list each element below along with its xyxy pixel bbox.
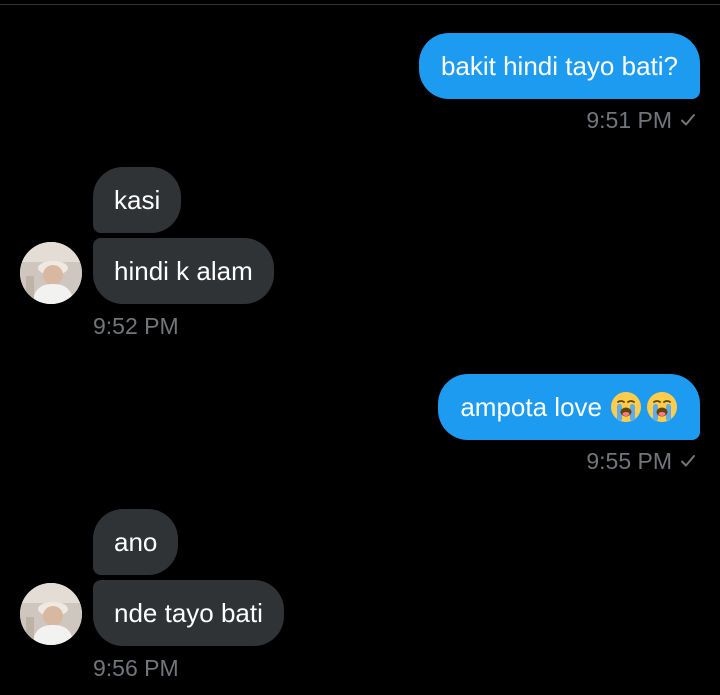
message-text: ampota love (460, 392, 602, 422)
message-text: kasi (114, 185, 161, 215)
loudly-crying-face-icon (611, 392, 641, 422)
avatar-image (20, 242, 82, 304)
timestamp-text: 9:56 PM (93, 655, 179, 681)
received-message-bubble[interactable]: hindi k alam (93, 238, 274, 304)
avatar-image (20, 583, 82, 645)
loudly-crying-face-icon (647, 392, 677, 422)
top-divider (0, 4, 720, 5)
message-timestamp: 9:52 PM (93, 313, 179, 339)
timestamp-text: 9:55 PM (586, 448, 672, 474)
message-timestamp: 9:55 PM (586, 448, 696, 474)
avatar[interactable] (20, 583, 82, 645)
received-message-bubble[interactable]: kasi (93, 167, 182, 233)
received-message-bubble[interactable]: nde tayo bati (93, 580, 284, 646)
message-timestamp: 9:51 PM (586, 107, 696, 133)
timestamp-text: 9:51 PM (586, 107, 672, 133)
message-text: hindi k alam (114, 256, 253, 286)
message-text: ano (114, 527, 158, 557)
message-text: bakit hindi tayo bati? (440, 51, 678, 81)
message-text: nde tayo bati (114, 598, 263, 628)
sent-message-bubble[interactable]: ampota love (438, 374, 700, 440)
check-icon (681, 114, 695, 126)
timestamp-text: 9:52 PM (93, 313, 179, 339)
avatar[interactable] (20, 242, 82, 304)
check-icon (681, 455, 695, 467)
received-message-bubble[interactable]: ano (93, 509, 179, 575)
sent-message-bubble[interactable]: bakit hindi tayo bati? (418, 33, 700, 99)
message-timestamp: 9:56 PM (93, 655, 179, 681)
